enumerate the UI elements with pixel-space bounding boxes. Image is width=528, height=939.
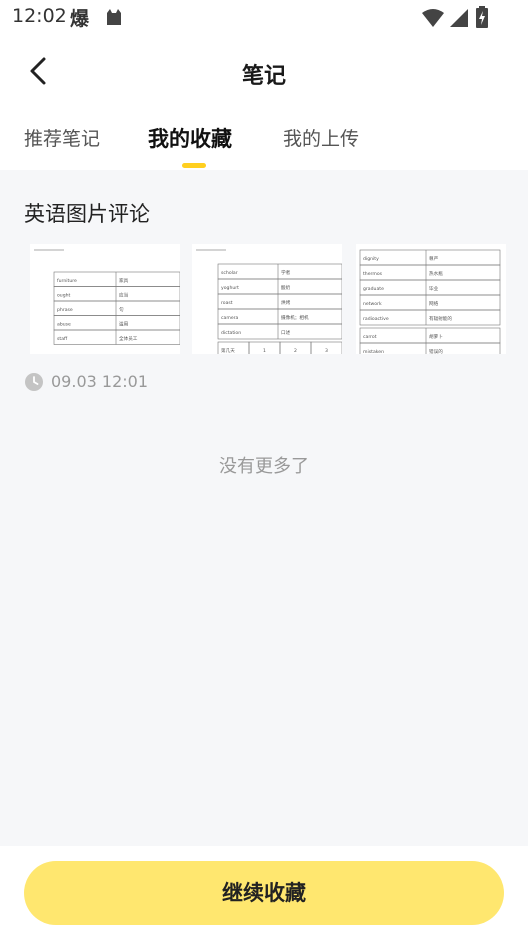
- table-cell-meaning: 毕业: [429, 285, 439, 292]
- continue-collecting-button[interactable]: 继续收藏: [24, 861, 504, 925]
- favorites-list: 英语图片评论 furniture 家具 ought 应当 phrase 句 abuse 滥用 s…: [0, 170, 528, 846]
- table-row: carrot 胡萝卜: [359, 327, 501, 344]
- table-row: phrase 句: [53, 300, 180, 316]
- wifi-icon: [422, 9, 444, 27]
- note-image-1[interactable]: furniture 家具 ought 应当 phrase 句 abuse 滥用 staff 全体员…: [30, 244, 180, 354]
- table-cell-meaning: 摄像机；相机: [281, 314, 309, 321]
- table-cell-meaning: 句: [119, 306, 124, 313]
- table-cell-word: network: [363, 301, 382, 307]
- table-cell-word: carrot: [363, 334, 377, 340]
- table-row: dictation 口述: [217, 323, 342, 340]
- svg-text:第几天: 第几天: [221, 347, 235, 354]
- page-title: 笔记: [241, 64, 286, 89]
- cat-icon: [104, 7, 124, 31]
- table-cell-word: abuse: [57, 321, 71, 327]
- table-cell-meaning: 滥用: [119, 320, 129, 327]
- table-cell-word: graduate: [363, 286, 384, 292]
- table-row: mistaken 错误的: [359, 342, 501, 354]
- table-cell-meaning: 家具: [119, 277, 129, 284]
- table-row: ought 应当: [53, 286, 180, 302]
- table-cell-meaning: 全体员工: [119, 335, 138, 342]
- table-cell-meaning: 热水瓶: [429, 270, 443, 277]
- table-cell-word: furniture: [57, 278, 77, 284]
- cellular-icon: [450, 9, 468, 27]
- table-cell-word: radioactive: [363, 316, 389, 322]
- table-cell-word: roast: [221, 300, 233, 306]
- battery-icon: [476, 6, 488, 32]
- table-cell-word: mistaken: [363, 349, 384, 354]
- table-cell-word: thermos: [363, 271, 383, 277]
- table-cell-word: dignity: [363, 256, 379, 262]
- table-footer-cell: 3: [310, 341, 342, 354]
- table-cell-word: scholar: [221, 270, 238, 276]
- table-footer-cell: 2: [279, 341, 312, 354]
- table-row: thermos 热水瓶: [359, 264, 501, 281]
- table-row: furniture 家具: [53, 271, 180, 287]
- note-timestamp: 09.03 12:01: [51, 372, 148, 391]
- vocabulary-table-image: dignity 尊严 thermos 热水瓶 graduate 毕业 network 网络 ra…: [359, 249, 501, 354]
- table-cell-meaning: 网络: [429, 300, 439, 307]
- vocabulary-table-image: furniture 家具 ought 应当 phrase 句 abuse 滥用 staff 全体员…: [34, 249, 180, 345]
- svg-text:1: 1: [263, 348, 266, 354]
- table-cell-word: camera: [221, 315, 239, 321]
- table-cell-word: staff: [57, 336, 68, 342]
- table-footer-cell: 1: [248, 341, 281, 354]
- tab-recommended-notes[interactable]: 推荐笔记: [24, 124, 100, 151]
- table-footer-cell: 第几天: [217, 341, 250, 354]
- table-cell-meaning: 学者: [281, 269, 291, 276]
- table-cell-meaning: 有辐射能的: [429, 315, 452, 322]
- table-cell-meaning: 应当: [119, 291, 129, 298]
- top-app-bar: 笔记: [0, 36, 528, 106]
- table-row: graduate 毕业: [359, 279, 501, 296]
- clock-icon: [25, 373, 43, 391]
- table-row: network 网络: [359, 294, 501, 311]
- tab-my-favorites[interactable]: 我的收藏: [148, 123, 232, 153]
- vocabulary-table-image: scholar 学者 yoghurt 酸奶 roast 烘烤 camera 摄像机；相机 dic…: [196, 249, 342, 354]
- table-cell-meaning: 酸奶: [281, 284, 291, 291]
- active-tab-indicator: [182, 163, 206, 168]
- status-bar: 12:02 爆: [0, 0, 528, 36]
- table-cell-meaning: 错误的: [429, 348, 443, 354]
- svg-text:3: 3: [325, 348, 328, 354]
- tab-bar: 推荐笔记 我的收藏 我的上传: [0, 106, 528, 170]
- table-cell-word: ought: [57, 292, 71, 298]
- note-title: 英语图片评论: [24, 202, 150, 226]
- table-row: camera 摄像机；相机: [217, 308, 342, 325]
- note-image-3[interactable]: dignity 尊严 thermos 热水瓶 graduate 毕业 network 网络 ra…: [356, 244, 506, 354]
- table-cell-meaning: 胡萝卜: [429, 333, 443, 340]
- bottom-action-bar: 继续收藏: [0, 846, 528, 939]
- table-row: yoghurt 酸奶: [217, 278, 342, 295]
- list-end-text: 没有更多了: [219, 456, 309, 477]
- table-row: roast 烘烤: [217, 293, 342, 310]
- table-row: abuse 滥用: [53, 315, 180, 331]
- app-notification-glyph: 爆: [70, 8, 90, 30]
- svg-text:2: 2: [294, 348, 297, 354]
- table-row: radioactive 有辐射能的: [359, 309, 501, 326]
- table-cell-meaning: 尊严: [429, 255, 439, 262]
- table-cell-word: yoghurt: [221, 285, 239, 291]
- table-row: staff 全体员工: [53, 329, 180, 345]
- table-cell-word: phrase: [57, 307, 73, 313]
- table-cell-word: dictation: [221, 330, 241, 336]
- table-cell-meaning: 口述: [281, 329, 291, 336]
- tab-my-uploads[interactable]: 我的上传: [283, 124, 359, 151]
- table-cell-meaning: 烘烤: [281, 299, 291, 306]
- note-image-2[interactable]: scholar 学者 yoghurt 酸奶 roast 烘烤 camera 摄像机；相机 dic…: [192, 244, 342, 354]
- table-row: dignity 尊严: [359, 249, 501, 266]
- table-row: scholar 学者: [217, 263, 342, 280]
- status-time: 12:02: [12, 5, 67, 27]
